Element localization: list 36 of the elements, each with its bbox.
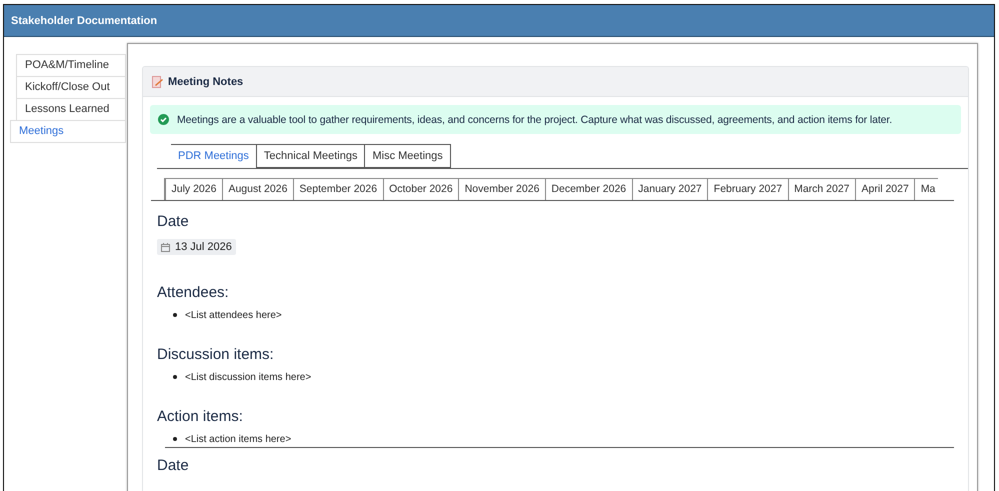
sidebar-item[interactable]: Kickoff/Close Out (16, 76, 126, 98)
month-tab[interactable]: March 2027 (788, 178, 856, 200)
list-item: <List attendees here> (185, 310, 282, 320)
month-tab[interactable]: July 2026 (164, 178, 223, 200)
section-heading: Attendees: (157, 282, 229, 302)
tab[interactable]: Misc Meetings (365, 144, 451, 168)
alert-text: Meetings are a valuable tool to gather requirements, ideas, and concerns for the project. Capture what was discussed, agreements, and action items for later. (177, 114, 892, 126)
calendar-icon (161, 242, 170, 252)
date-heading: Date (157, 456, 189, 476)
month-tab[interactable]: January 2027 (632, 178, 708, 200)
date-chip[interactable]: 13 Jul 2026 (157, 239, 236, 255)
bullet-icon (173, 375, 177, 379)
month-tab[interactable]: Ma (915, 178, 938, 200)
card-title: Meeting Notes (168, 76, 244, 88)
month-tab[interactable]: December 2026 (546, 178, 633, 200)
sidebar-item[interactable]: Meetings (10, 120, 126, 143)
month-tab[interactable]: September 2026 (294, 178, 384, 200)
bullet-icon (173, 437, 177, 441)
date-heading: Date (157, 212, 189, 232)
month-tab[interactable]: November 2026 (459, 178, 546, 200)
month-tab[interactable]: April 2027 (856, 178, 916, 200)
list-item: <List discussion items here> (185, 372, 312, 382)
tab[interactable]: Technical Meetings (256, 144, 366, 168)
sidebar-item[interactable]: Lessons Learned (16, 98, 126, 120)
month-tab[interactable]: August 2026 (222, 178, 294, 200)
check-icon (158, 114, 169, 125)
month-tab[interactable]: February 2027 (708, 178, 789, 200)
bullet-icon (173, 313, 177, 317)
month-tab[interactable]: October 2026 (384, 178, 460, 200)
note-icon (152, 76, 163, 88)
tab[interactable]: PDR Meetings (171, 144, 257, 169)
list-item: <List action items here> (185, 434, 292, 444)
window-title: Stakeholder Documentation (11, 14, 158, 26)
sidebar-item[interactable]: POA&M/Timeline (16, 54, 126, 76)
section-heading: Action items: (157, 406, 243, 426)
section-heading: Discussion items: (157, 344, 274, 364)
